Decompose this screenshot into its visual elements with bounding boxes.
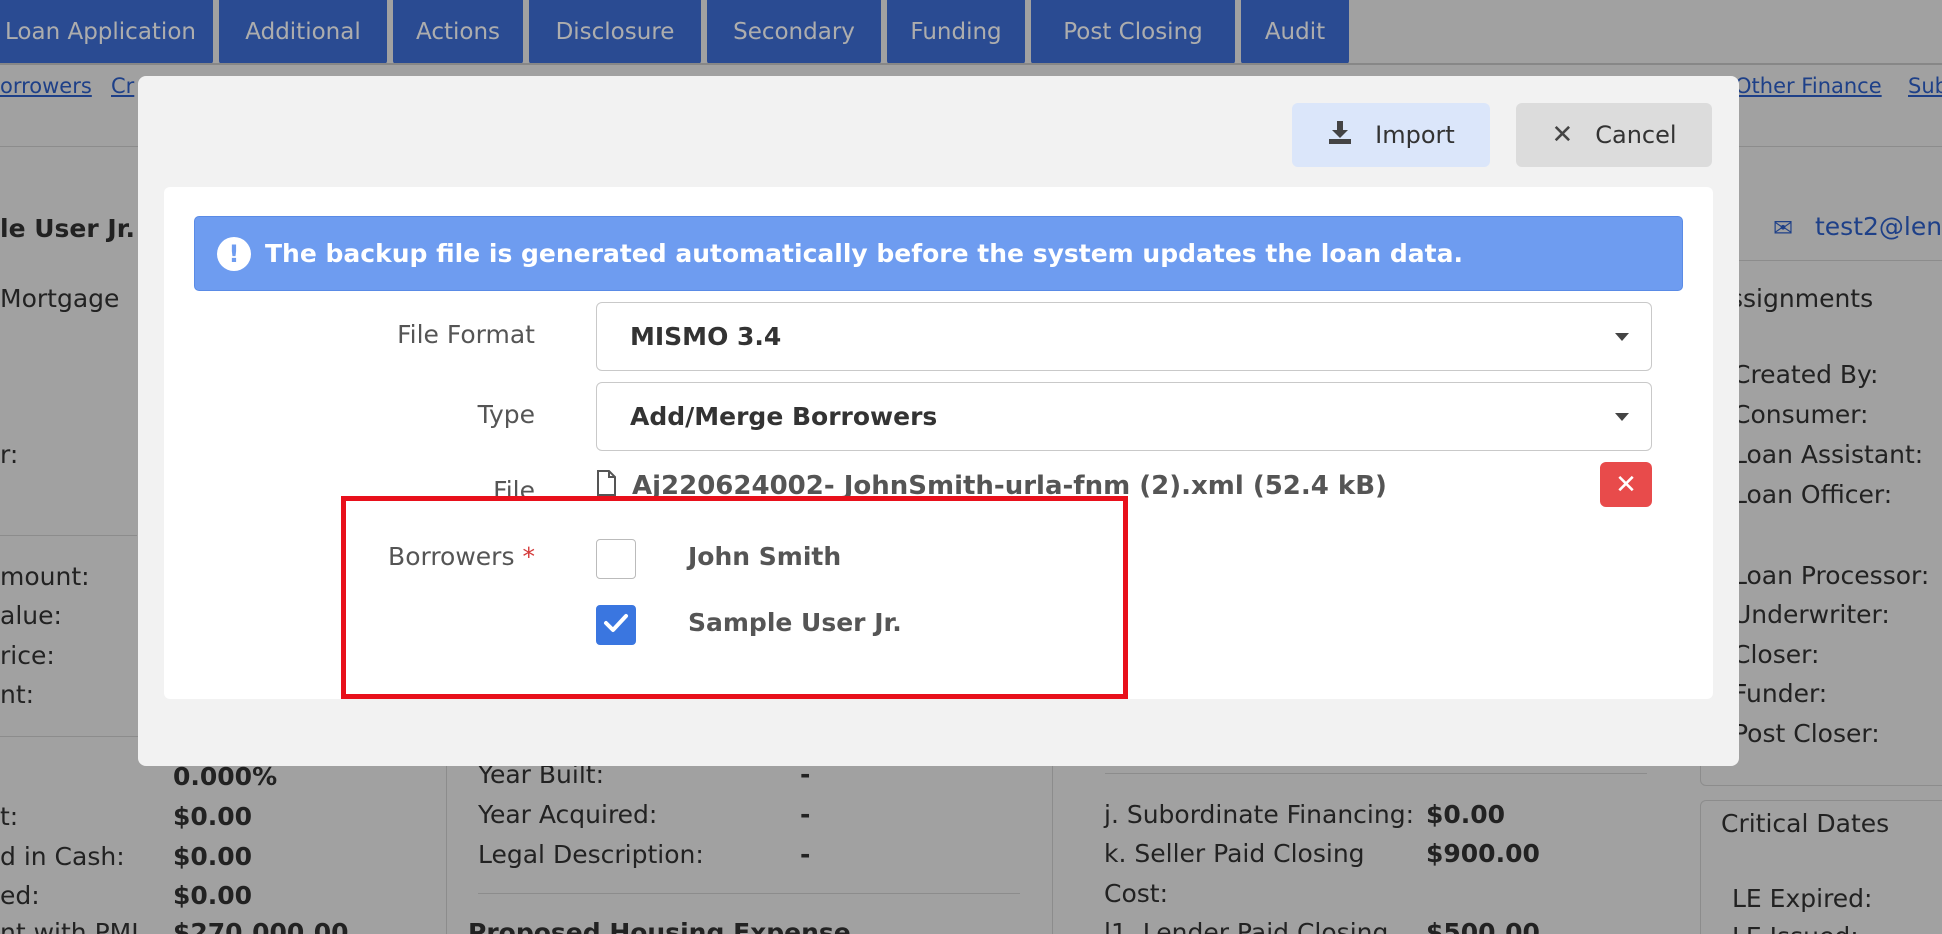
type-value: Add/Merge Borrowers — [630, 402, 938, 431]
file-format-select[interactable]: MISMO 3.4 — [596, 302, 1652, 371]
exclamation-icon: ! — [217, 236, 251, 271]
import-button[interactable]: Import — [1292, 103, 1490, 167]
loan-page: Loan Application Additional Actions Disc… — [0, 0, 1942, 934]
close-icon: ✕ — [1551, 120, 1574, 150]
alert-text: The backup file is generated automatical… — [265, 239, 1463, 268]
type-label: Type — [477, 400, 535, 429]
remove-file-button[interactable]: ✕ — [1600, 462, 1652, 507]
chevron-down-icon — [1615, 413, 1629, 421]
chevron-down-icon — [1615, 333, 1629, 341]
highlight-box — [341, 496, 1128, 699]
import-label: Import — [1375, 121, 1455, 149]
cancel-label: Cancel — [1595, 121, 1677, 149]
file-format-value: MISMO 3.4 — [630, 322, 782, 351]
download-icon — [1327, 119, 1353, 151]
file-format-label: File Format — [397, 320, 535, 349]
cancel-button[interactable]: ✕ Cancel — [1516, 103, 1712, 167]
type-select[interactable]: Add/Merge Borrowers — [596, 382, 1652, 451]
info-alert: ! The backup file is generated automatic… — [194, 216, 1683, 291]
close-icon: ✕ — [1615, 469, 1637, 500]
